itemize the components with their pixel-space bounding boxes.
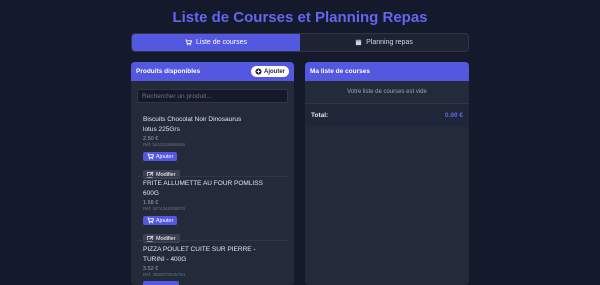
product-item: FRITE ALLUMETTE AU FOUR POMLISS 600G 1.6… (143, 179, 283, 247)
edit-product-button[interactable]: Modifier (143, 170, 180, 179)
cart-icon (185, 39, 192, 46)
shopping-list-title: Ma liste de courses (310, 68, 370, 75)
product-item: PIZZA POULET CUITE SUR PIERRE - TURINI -… (143, 245, 283, 285)
calendar-icon (355, 39, 362, 46)
tab-label: Planning repas (366, 39, 413, 46)
products-panel-title: Produits disponibles (136, 68, 201, 75)
search-input[interactable] (137, 89, 288, 103)
total-label: Total: (311, 112, 329, 119)
tab-bar: Liste de courses Planning repas (131, 33, 469, 52)
add-product-label: Ajouter (264, 68, 285, 75)
total-value: 0.00 € (444, 112, 463, 119)
product-name: FRITE ALLUMETTE AU FOUR POMLISS 600G (143, 180, 263, 197)
shopping-list-header: Ma liste de courses (305, 62, 469, 81)
divider (137, 176, 288, 177)
products-panel: Produits disponibles Ajouter Biscuits Ch… (131, 62, 294, 285)
add-to-list-button[interactable] (143, 281, 179, 285)
cart-icon (147, 217, 154, 224)
product-item: Biscuits Chocolat Noir Dinosaurus lotus … (143, 115, 283, 183)
product-name: PIZZA POULET CUITE SUR PIERRE - TURINI -… (143, 246, 256, 263)
tab-label: Liste de courses (196, 39, 247, 46)
add-product-button[interactable]: Ajouter (251, 66, 289, 77)
tab-shopping-list[interactable]: Liste de courses (132, 34, 300, 51)
page-title: Liste de Courses et Planning Repas (172, 9, 428, 26)
tab-meal-planning[interactable]: Planning repas (300, 34, 468, 51)
shopping-list-panel: Ma liste de courses Votre liste de cours… (305, 62, 469, 285)
cart-icon (147, 153, 154, 160)
products-panel-header: Produits disponibles Ajouter (131, 62, 294, 81)
add-to-list-button[interactable]: Ajouter (143, 216, 178, 225)
product-name: Biscuits Chocolat Noir Dinosaurus lotus … (143, 116, 242, 133)
plus-circle-icon (255, 68, 262, 75)
edit-product-button[interactable]: Modifier (143, 234, 180, 243)
add-to-list-button[interactable]: Ajouter (143, 152, 178, 161)
total-row: Total: 0.00 € (305, 104, 469, 127)
empty-list-message: Votre liste de courses est vide (305, 81, 469, 104)
divider (137, 240, 288, 241)
